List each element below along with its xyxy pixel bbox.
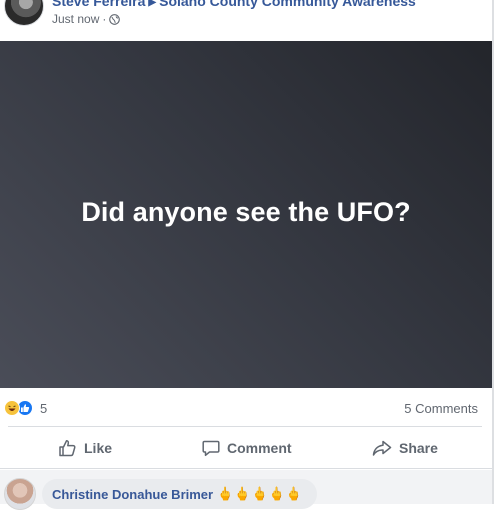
thumbs-up-icon: [59, 440, 76, 457]
post-header: Steve Ferreira ▶ Solano County Community A…: [0, 0, 492, 40]
post-text-background: Did anyone see the UFO?: [0, 41, 492, 388]
post-title-line: Steve Ferreira ▶ Solano County Community A…: [52, 0, 416, 12]
globe-icon[interactable]: [109, 13, 121, 25]
post-meta: Just now ·: [52, 12, 121, 26]
like-label: Like: [84, 440, 113, 456]
comment-label: Comment: [227, 440, 292, 456]
comment-bubble: Christine Donahue Brimer 🖕🖕🖕🖕🖕: [42, 479, 318, 509]
commenter-name[interactable]: Christine Donahue Brimer: [52, 487, 213, 502]
divider: [8, 426, 482, 427]
share-icon: [372, 440, 392, 456]
comments-section: Christine Donahue Brimer 🖕🖕🖕🖕🖕: [0, 470, 492, 510]
reactions-row: 5 5 Comments: [0, 388, 492, 426]
action-bar: Like Comment Share: [0, 429, 492, 467]
author-name[interactable]: Steve Ferreira: [52, 0, 145, 9]
divider: [0, 468, 492, 469]
commenter-avatar[interactable]: [4, 478, 36, 510]
reaction-icons[interactable]: [4, 400, 33, 416]
comment-text: 🖕🖕🖕🖕🖕: [217, 486, 304, 501]
comment-count[interactable]: 5 Comments: [404, 401, 478, 416]
group-name[interactable]: Solano County Community Awareness: [159, 0, 416, 9]
haha-icon[interactable]: [4, 400, 20, 416]
reaction-count[interactable]: 5: [40, 401, 47, 416]
meta-separator: ·: [102, 12, 107, 26]
comment-button[interactable]: Comment: [201, 429, 292, 467]
caret-right-icon: ▶: [148, 0, 157, 8]
post-text: Did anyone see the UFO?: [81, 197, 411, 227]
comment-icon: [202, 440, 220, 457]
author-avatar[interactable]: [4, 0, 44, 26]
post-timestamp[interactable]: Just now: [52, 12, 99, 26]
like-button[interactable]: Like: [58, 429, 112, 467]
share-label: Share: [399, 440, 438, 456]
share-button[interactable]: Share: [371, 429, 438, 467]
facebook-post: Steve Ferreira ▶ Solano County Community A…: [0, 0, 494, 510]
